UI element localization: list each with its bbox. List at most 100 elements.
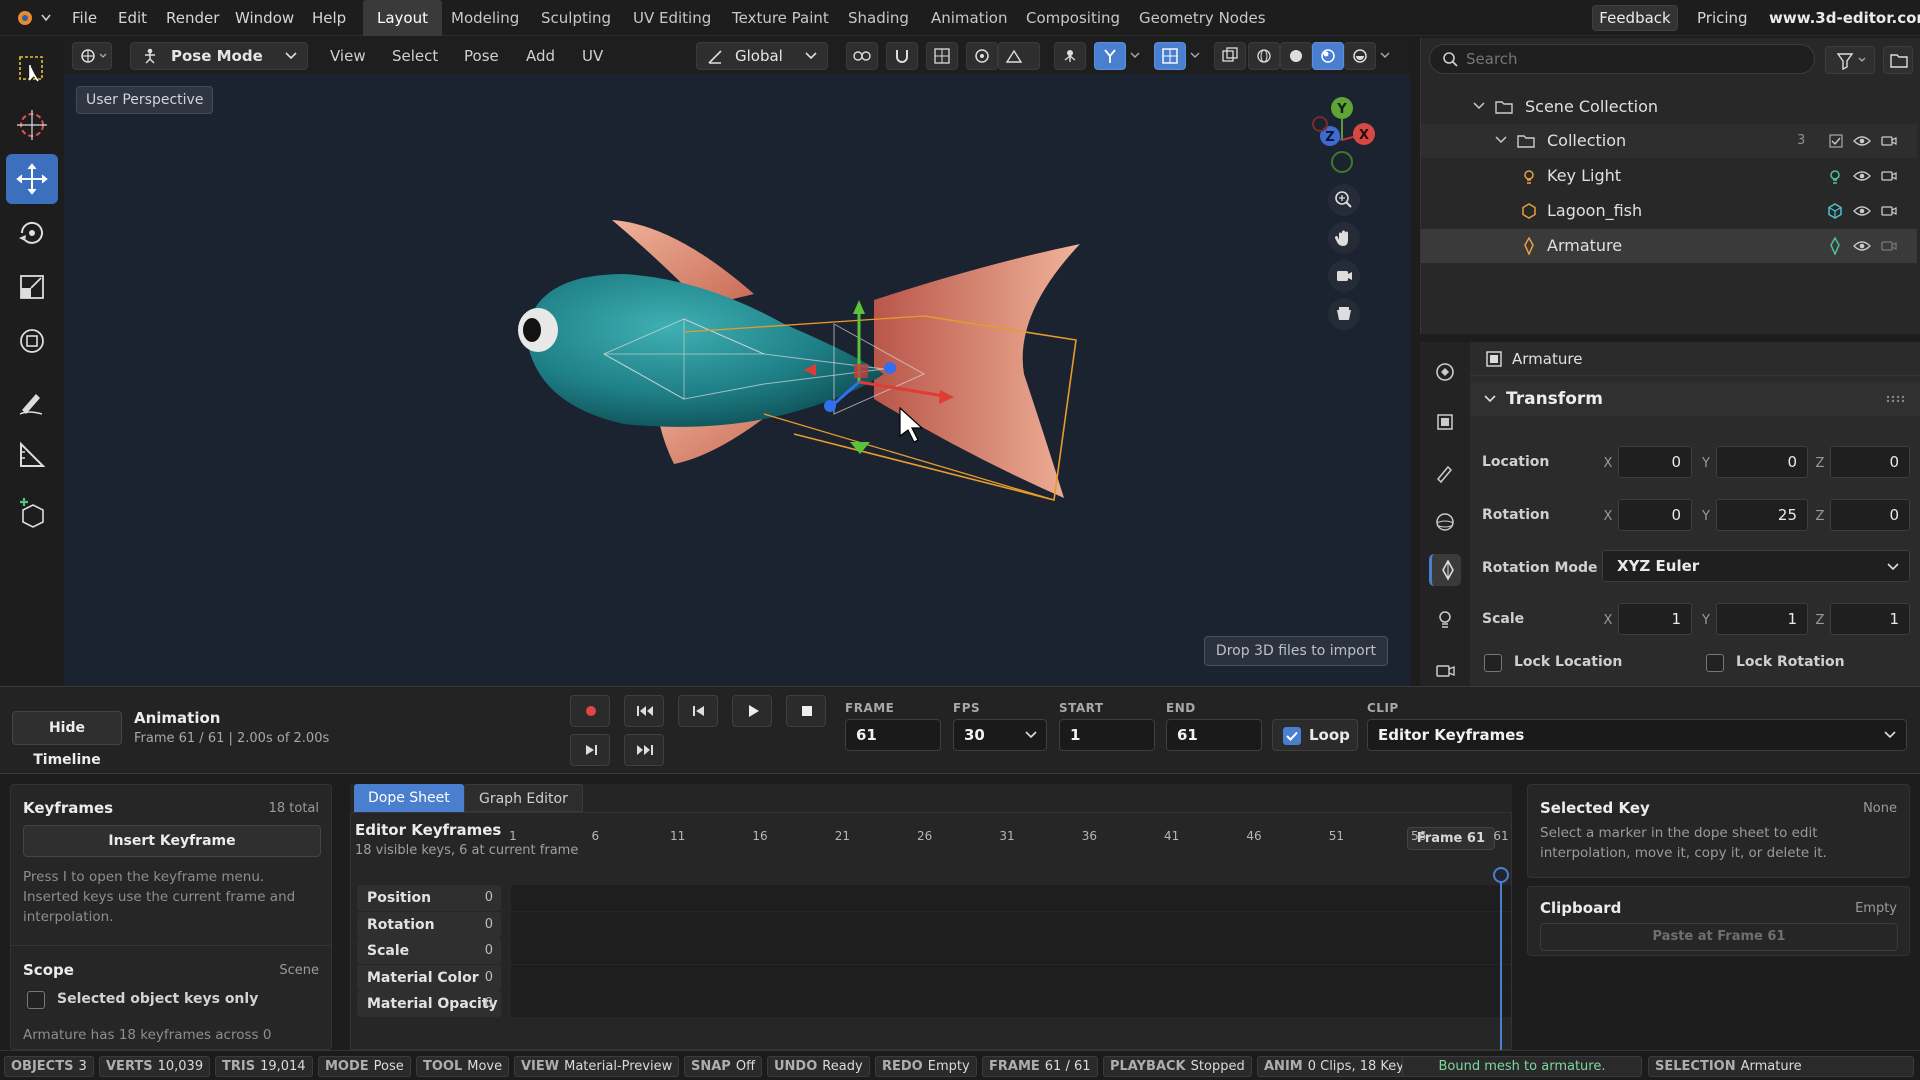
tab-uv-editing[interactable]: UV Editing	[619, 0, 725, 36]
eye-icon[interactable]	[1853, 240, 1871, 252]
gizmo-toggle-icon[interactable]	[1054, 42, 1086, 70]
tab-modeling[interactable]: Modeling	[437, 0, 533, 36]
camera-tab-icon[interactable]	[1429, 654, 1461, 686]
tool-settings-tab-icon[interactable]	[1429, 356, 1461, 388]
start-field[interactable]: 1	[1059, 719, 1155, 751]
edit-tab-icon[interactable]	[1429, 456, 1461, 488]
menu-window[interactable]: Window	[235, 0, 294, 36]
tab-layout[interactable]: Layout	[363, 0, 442, 36]
eye-icon[interactable]	[1853, 135, 1871, 147]
rendered-shading-icon[interactable]	[1344, 42, 1376, 70]
solid-shading-icon[interactable]	[1280, 42, 1312, 70]
tab-compositing[interactable]: Compositing	[1012, 0, 1134, 36]
scale-z-field[interactable]: 1	[1830, 603, 1910, 635]
tab-graph-editor[interactable]: Graph Editor	[464, 784, 583, 812]
annotate-tool-icon[interactable]	[6, 376, 58, 426]
camera-view-icon[interactable]	[1328, 260, 1360, 292]
location-z-field[interactable]: 0	[1830, 446, 1910, 478]
camera-icon[interactable]	[1881, 134, 1897, 148]
rotate-tool-icon[interactable]	[6, 208, 58, 258]
menu-pose[interactable]: Pose	[464, 38, 499, 74]
pricing-link[interactable]: Pricing	[1697, 0, 1748, 36]
menu-select[interactable]: Select	[392, 38, 438, 74]
grid-snap-icon[interactable]	[926, 42, 958, 70]
track-lane[interactable]	[511, 964, 1511, 991]
track-lane[interactable]	[511, 911, 1511, 938]
tab-dope-sheet[interactable]: Dope Sheet	[354, 784, 464, 812]
scale-tool-icon[interactable]	[6, 262, 58, 312]
track-label[interactable]: Rotation 0	[357, 911, 501, 938]
light-tab-icon[interactable]	[1429, 604, 1461, 636]
location-y-field[interactable]: 0	[1716, 446, 1808, 478]
track-label[interactable]: Material Opacity 0	[357, 991, 501, 1017]
xray-icon[interactable]	[1214, 42, 1246, 70]
rotation-x-field[interactable]: 0	[1618, 499, 1692, 531]
stop-icon[interactable]	[786, 695, 826, 727]
track-label[interactable]: Material Color 0	[357, 964, 501, 991]
drag-handle-icon[interactable]	[1886, 395, 1908, 403]
fps-select[interactable]: 30	[953, 719, 1047, 751]
armature-tab-icon[interactable]	[1429, 554, 1461, 586]
material-shading-icon[interactable]	[1312, 42, 1344, 70]
3d-viewport[interactable]: User Perspective Y X Z Drop 3D files to …	[64, 74, 1410, 686]
track-lane[interactable]	[511, 885, 1511, 911]
render-tab-icon[interactable]	[1429, 406, 1461, 438]
playhead[interactable]	[1493, 867, 1509, 1051]
transform-tool-icon[interactable]	[6, 316, 58, 366]
play-icon[interactable]	[732, 695, 772, 727]
frame-field[interactable]: 61	[845, 719, 941, 751]
tab-sculpting[interactable]: Sculpting	[527, 0, 625, 36]
end-field[interactable]: 61	[1166, 719, 1262, 751]
prev-keyframe-icon[interactable]	[678, 695, 718, 727]
chevron-down-icon[interactable]	[1186, 42, 1206, 70]
navigation-gizmo[interactable]: Y X Z	[1302, 94, 1382, 174]
checkbox-icon[interactable]	[1829, 134, 1843, 148]
jump-end-icon[interactable]	[624, 734, 664, 766]
filter-icon[interactable]	[1825, 46, 1875, 74]
dope-sheet-body[interactable]: Editor Keyframes 18 visible keys, 6 at c…	[350, 812, 1512, 1051]
menu-help[interactable]: Help	[312, 0, 346, 36]
track-lane[interactable]	[511, 991, 1511, 1017]
rotation-y-field[interactable]: 25	[1716, 499, 1808, 531]
pivot-icon[interactable]	[846, 42, 878, 70]
location-x-field[interactable]: 0	[1618, 446, 1692, 478]
zoom-icon[interactable]	[1328, 184, 1360, 216]
feedback-button[interactable]: Feedback	[1592, 5, 1678, 31]
tab-shading[interactable]: Shading	[834, 0, 923, 36]
app-logo-icon[interactable]	[14, 8, 52, 28]
outliner-row-lagoon-fish[interactable]: Lagoon_fish	[1421, 194, 1917, 228]
hide-timeline-button[interactable]: Hide Timeline	[12, 711, 122, 768]
playhead-handle[interactable]	[1493, 867, 1509, 883]
move-tool-icon[interactable]	[6, 154, 58, 204]
tab-texture-paint[interactable]: Texture Paint	[718, 0, 843, 36]
add-cube-tool-icon[interactable]	[6, 490, 58, 540]
clip-select[interactable]: Editor Keyframes	[1367, 719, 1907, 751]
drop-files-hint[interactable]: Drop 3D files to import	[1203, 636, 1388, 666]
camera-icon[interactable]	[1881, 169, 1897, 183]
falloff-icon[interactable]	[998, 42, 1040, 70]
chevron-down-icon[interactable]	[1484, 394, 1496, 404]
record-icon[interactable]	[570, 695, 610, 727]
chevron-down-icon[interactable]	[1495, 135, 1507, 145]
new-collection-icon[interactable]	[1883, 46, 1913, 74]
mode-select[interactable]: Pose Mode	[130, 42, 308, 70]
menu-add[interactable]: Add	[526, 38, 555, 74]
menu-file[interactable]: File	[72, 0, 97, 36]
editor-type-button[interactable]	[72, 42, 112, 70]
next-keyframe-icon[interactable]	[570, 734, 610, 766]
camera-icon[interactable]	[1881, 239, 1897, 253]
track-label[interactable]: Scale 0	[357, 938, 501, 964]
tab-animation[interactable]: Animation	[917, 0, 1021, 36]
pan-hand-icon[interactable]	[1328, 222, 1360, 254]
orientation-select[interactable]: Global	[696, 42, 828, 70]
fish-scene[interactable]	[64, 74, 1410, 686]
outliner-row-key-light[interactable]: Key Light	[1421, 159, 1917, 193]
lock-rotation-checkbox[interactable]	[1706, 654, 1724, 672]
selected-only-checkbox[interactable]	[27, 991, 45, 1009]
rotation-z-field[interactable]: 0	[1830, 499, 1910, 531]
scale-y-field[interactable]: 1	[1716, 603, 1808, 635]
overlay-icon[interactable]	[1154, 42, 1186, 70]
chevron-down-icon[interactable]	[1376, 42, 1396, 70]
magnet-icon[interactable]	[886, 42, 918, 70]
scale-x-field[interactable]: 1	[1618, 603, 1692, 635]
